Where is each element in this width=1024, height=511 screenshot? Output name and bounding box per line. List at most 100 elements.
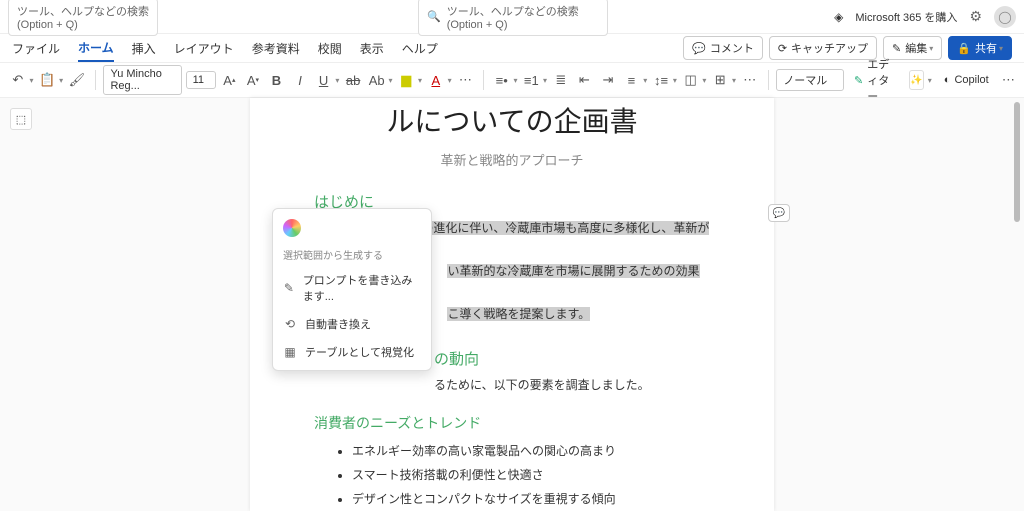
tab-references[interactable]: 参考資料 xyxy=(252,36,300,61)
search-left[interactable]: ツール、ヘルプなどの検索 (Option + Q) xyxy=(8,0,158,36)
format-painter-button[interactable]: 🖌 xyxy=(67,68,87,92)
chevron-down-icon[interactable]: ▾ xyxy=(928,76,932,85)
grow-font-button[interactable]: A▴ xyxy=(220,68,240,92)
indent-decrease-button[interactable]: ⇤ xyxy=(575,68,595,92)
comment-icon: 💬 xyxy=(692,42,706,55)
chevron-down-icon[interactable]: ▾ xyxy=(543,76,547,85)
indent-increase-button[interactable]: ⇥ xyxy=(598,68,618,92)
search-center-text: ツール、ヘルプなどの検索 (Option + Q) xyxy=(447,3,599,31)
copilot-item-rewrite[interactable]: ⟲ 自動書き換え xyxy=(273,310,431,338)
diamond-icon: ◈ xyxy=(834,10,843,24)
numbering-button[interactable]: ≡1 xyxy=(522,68,542,92)
heading-market: の動向 xyxy=(434,348,710,369)
change-case-button[interactable]: Ab xyxy=(367,68,387,92)
paste-button[interactable]: 📋 xyxy=(38,68,58,92)
more-font-button[interactable]: ⋯ xyxy=(456,68,476,92)
scroll-thumb[interactable] xyxy=(1014,102,1020,222)
chevron-down-icon: ▾ xyxy=(999,44,1003,53)
bullets-button[interactable]: ≡• xyxy=(492,68,512,92)
copilot-popup: 選択範囲から生成する ✎ プロンプトを書き込みます... ⟲ 自動書き換え ▦ … xyxy=(272,208,432,371)
copilot-icon: ◐ xyxy=(944,74,951,86)
chevron-down-icon[interactable]: ▾ xyxy=(673,76,677,85)
shrink-font-button[interactable]: A▾ xyxy=(243,68,263,92)
underline-button[interactable]: U xyxy=(314,68,334,92)
copilot-popup-header xyxy=(273,213,431,243)
avatar[interactable]: ◯ xyxy=(994,6,1016,28)
line-spacing-button[interactable]: ↕≡ xyxy=(651,68,671,92)
shading-button[interactable]: ◫ xyxy=(681,68,701,92)
chevron-down-icon[interactable]: ▾ xyxy=(59,76,63,85)
titlebar: ツール、ヘルプなどの検索 (Option + Q) 🔍 ツール、ヘルプなどの検索… xyxy=(0,0,1024,34)
chevron-down-icon[interactable]: ▾ xyxy=(418,76,422,85)
buy-link[interactable]: Microsoft 365 を購入 xyxy=(855,9,957,25)
vertical-scrollbar[interactable] xyxy=(1014,98,1022,511)
tab-home[interactable]: ホーム xyxy=(78,35,114,62)
catchup-icon: ⟳ xyxy=(778,42,787,55)
divider xyxy=(95,70,96,90)
item-label: テーブルとして視覚化 xyxy=(305,344,414,360)
font-color-button[interactable]: A xyxy=(426,68,446,92)
list-item: エネルギー効率の高い家電製品への関心の高まり xyxy=(352,439,710,463)
divider xyxy=(768,70,769,90)
list-item: デザイン性とコンパクトなサイズを重視する傾向 xyxy=(352,487,710,511)
selected-text-line3: こ導く戦略を提案します。 xyxy=(447,307,590,321)
copilot-icon xyxy=(283,219,301,237)
tab-help[interactable]: ヘルプ xyxy=(402,36,438,61)
divider xyxy=(483,70,484,90)
item-label: 自動書き換え xyxy=(305,316,371,332)
more-button[interactable]: ⋯ xyxy=(1001,68,1016,92)
font-name-select[interactable]: Yu Mincho Reg... xyxy=(103,65,181,95)
multilevel-button[interactable]: ≣ xyxy=(551,68,571,92)
chevron-down-icon[interactable]: ▾ xyxy=(388,76,392,85)
heading-needs: 消費者のニーズとトレンド xyxy=(314,413,710,433)
copilot-section-label: 選択範囲から生成する xyxy=(273,243,431,266)
strikethrough-button[interactable]: ab xyxy=(343,68,363,92)
comment-label: コメント xyxy=(710,40,754,56)
market-paragraph: るために、以下の要素を調査しました。 xyxy=(434,375,710,397)
align-button[interactable]: ≡ xyxy=(622,68,642,92)
pencil-icon: ✎ xyxy=(283,281,295,295)
font-size-select[interactable]: 11 xyxy=(186,71,216,89)
borders-button[interactable]: ⊞ xyxy=(710,68,730,92)
tab-layout[interactable]: レイアウト xyxy=(174,36,234,61)
italic-button[interactable]: I xyxy=(290,68,310,92)
comment-button[interactable]: 💬 コメント xyxy=(683,36,763,60)
chevron-down-icon[interactable]: ▾ xyxy=(643,76,647,85)
more-para-button[interactable]: ⋯ xyxy=(740,68,760,92)
search-icon: 🔍 xyxy=(427,10,441,23)
undo-button[interactable]: ↶ xyxy=(8,68,28,92)
designer-button[interactable]: ✨ xyxy=(909,70,923,90)
highlight-button[interactable]: ▆ xyxy=(396,68,416,92)
toolbar: ↶▾ 📋▾ 🖌 Yu Mincho Reg... 11 A▴ A▾ B I U▾… xyxy=(0,62,1024,98)
comment-marker[interactable]: 💬 xyxy=(768,204,790,222)
editor-label: エディター xyxy=(867,56,897,104)
needs-list: エネルギー効率の高い家電製品への関心の高まり スマート技術搭載の利便性と快適さ … xyxy=(314,439,710,511)
tab-stop-icon[interactable]: ⬚ xyxy=(10,108,32,130)
doc-subtitle: 革新と戦略的アプローチ xyxy=(314,150,710,169)
tab-insert[interactable]: 挿入 xyxy=(132,36,156,61)
chevron-down-icon[interactable]: ▾ xyxy=(335,76,339,85)
tab-review[interactable]: 校閲 xyxy=(318,36,342,61)
chevron-down-icon: ▾ xyxy=(929,44,933,53)
chevron-down-icon[interactable]: ▾ xyxy=(30,76,34,85)
chevron-down-icon[interactable]: ▾ xyxy=(513,76,517,85)
copilot-item-prompt[interactable]: ✎ プロンプトを書き込みます... xyxy=(273,266,431,310)
style-select[interactable]: ノーマル xyxy=(776,69,844,91)
wand-icon: ⟲ xyxy=(283,317,297,331)
titlebar-right: ◈ Microsoft 365 を購入 ⚙ ◯ xyxy=(834,6,1016,28)
copilot-label: Copilot xyxy=(954,74,988,86)
bold-button[interactable]: B xyxy=(267,68,287,92)
doc-title: ルについての企画書 xyxy=(314,100,710,140)
chevron-down-icon[interactable]: ▾ xyxy=(732,76,736,85)
tab-file[interactable]: ファイル xyxy=(12,36,60,61)
search-center[interactable]: 🔍 ツール、ヘルプなどの検索 (Option + Q) xyxy=(418,0,608,36)
editor-icon: ✎ xyxy=(854,74,863,87)
chevron-down-icon[interactable]: ▾ xyxy=(448,76,452,85)
sparkle-icon: ✨ xyxy=(910,75,922,86)
list-item: スマート技術搭載の利便性と快適さ xyxy=(352,463,710,487)
copilot-button[interactable]: ◐Copilot xyxy=(938,71,995,89)
copilot-item-table[interactable]: ▦ テーブルとして視覚化 xyxy=(273,338,431,366)
chevron-down-icon[interactable]: ▾ xyxy=(702,76,706,85)
settings-icon[interactable]: ⚙ xyxy=(969,8,982,25)
tab-view[interactable]: 表示 xyxy=(360,36,384,61)
